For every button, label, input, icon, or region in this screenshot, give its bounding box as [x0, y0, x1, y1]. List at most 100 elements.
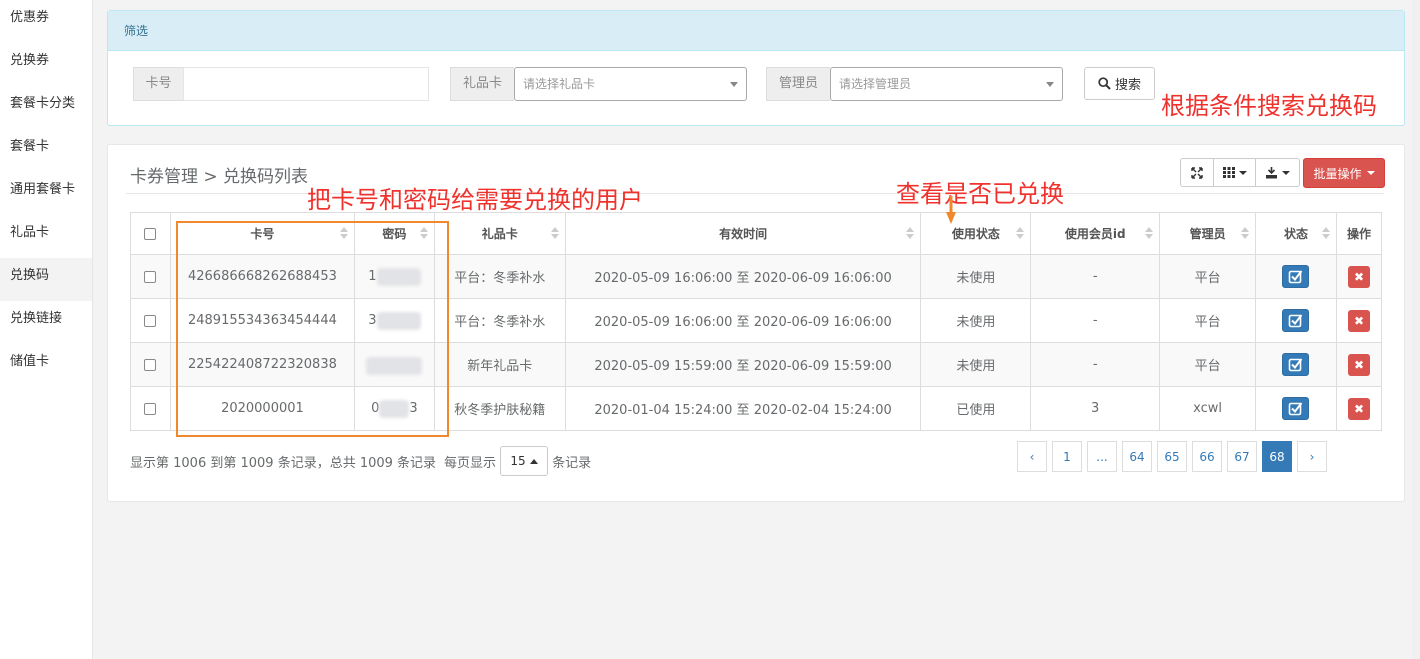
header-admin[interactable]: 管理员	[1159, 212, 1257, 255]
search-icon	[1098, 77, 1111, 90]
header-member-id[interactable]: 使用会员id	[1030, 212, 1161, 255]
page-button-65[interactable]: 65	[1157, 441, 1187, 472]
status-cell	[1255, 298, 1337, 343]
scrollbar[interactable]	[1412, 0, 1420, 659]
gift-card-cell: 新年礼品卡	[433, 342, 566, 387]
row-select-cell	[130, 254, 171, 299]
gift-card-cell: 秋冬季护肤秘籍	[433, 386, 566, 431]
columns-button[interactable]	[1214, 158, 1256, 187]
row-checkbox[interactable]	[144, 270, 157, 283]
highlight-box	[176, 221, 449, 437]
header-label: 管理员	[1189, 227, 1226, 241]
card-no-input[interactable]	[183, 67, 429, 101]
chevron-down-icon	[730, 82, 738, 87]
row-checkbox[interactable]	[144, 314, 157, 327]
per-page-prefix: 每页显示	[444, 455, 497, 471]
sidebar-item-package-card[interactable]: 套餐卡	[0, 129, 92, 172]
row-checkbox[interactable]	[144, 358, 157, 371]
card-no-label: 卡号	[133, 67, 183, 101]
annotation-give-note: 把卡号和密码给需要兑换的用户	[307, 186, 643, 214]
action-cell: ✖	[1335, 298, 1383, 343]
member-id-cell: 3	[1030, 386, 1161, 431]
sort-icon	[1321, 227, 1330, 239]
edit-button[interactable]	[1282, 265, 1310, 288]
admin-cell: 平台	[1159, 254, 1257, 299]
sidebar-item-voucher[interactable]: 兑换券	[0, 43, 92, 86]
header-status[interactable]: 状态	[1255, 212, 1337, 255]
pagination: ‹ 1 ... 64 65 66 67 68 ›	[1017, 441, 1327, 472]
delete-button[interactable]: ✖	[1347, 309, 1370, 332]
sidebar-item-redeem-link[interactable]: 兑换链接	[0, 301, 92, 344]
delete-button[interactable]: ✖	[1347, 353, 1370, 376]
per-page-suffix: 条记录	[552, 455, 592, 471]
page-button-64[interactable]: 64	[1122, 441, 1152, 472]
header-label: 礼品卡	[481, 227, 518, 241]
use-status-cell: 未使用	[920, 298, 1032, 343]
check-square-icon	[1289, 402, 1303, 416]
header-use-status[interactable]: 使用状态	[920, 212, 1032, 255]
pagination-summary: 显示第 1006 到第 1009 条记录，总共 1009 条记录 每页显示 15…	[130, 446, 591, 476]
page-button-1[interactable]: 1	[1052, 441, 1082, 472]
row-select-cell	[130, 342, 171, 387]
sidebar-item-coupon[interactable]: 优惠券	[0, 0, 92, 43]
export-icon	[1266, 166, 1277, 178]
batch-operation-label: 批量操作	[1313, 166, 1362, 181]
page-ellipsis[interactable]: ...	[1087, 441, 1117, 472]
check-square-icon	[1289, 314, 1303, 328]
fullscreen-button[interactable]	[1180, 158, 1214, 187]
caret-up-icon	[529, 458, 538, 464]
sidebar-item-general-package-card[interactable]: 通用套餐卡	[0, 172, 92, 215]
fullscreen-icon	[1191, 166, 1203, 179]
search-button[interactable]: 搜索	[1084, 67, 1155, 100]
edit-button[interactable]	[1282, 309, 1310, 332]
sort-icon	[906, 227, 915, 239]
valid-time-cell: 2020-01-04 15:24:00 至 2020-02-04 15:24:0…	[564, 386, 922, 431]
batch-operation-button[interactable]: 批量操作	[1303, 158, 1385, 188]
breadcrumb: 卡券管理 > 兑换码列表	[130, 167, 309, 187]
check-square-icon	[1289, 270, 1303, 284]
annotation-status-note: 查看是否已兑换	[896, 180, 1064, 208]
page-button-67[interactable]: 67	[1227, 441, 1257, 472]
row-checkbox[interactable]	[144, 402, 157, 415]
gift-card-select[interactable]: 请选择礼品卡	[514, 67, 747, 101]
sidebar-item-stored-value-card[interactable]: 储值卡	[0, 344, 92, 387]
admin-placeholder: 请选择管理员	[839, 77, 912, 91]
page-button-66[interactable]: 66	[1192, 441, 1222, 472]
select-all-checkbox[interactable]	[144, 228, 157, 240]
action-cell: ✖	[1335, 342, 1383, 387]
page-button-68[interactable]: 68	[1262, 441, 1292, 472]
header-gift-card[interactable]: 礼品卡	[433, 212, 566, 255]
chevron-down-icon	[1282, 170, 1290, 175]
row-select-cell	[130, 386, 171, 431]
delete-button[interactable]: ✖	[1347, 265, 1370, 288]
card-no-filter: 卡号	[133, 67, 429, 101]
edit-button[interactable]	[1282, 397, 1310, 420]
page-prev-button[interactable]: ‹	[1017, 441, 1047, 472]
valid-time-cell: 2020-05-09 16:06:00 至 2020-06-09 16:06:0…	[564, 298, 922, 343]
sidebar-item-package-category[interactable]: 套餐卡分类	[0, 86, 92, 129]
action-cell: ✖	[1335, 386, 1383, 431]
chevron-down-icon	[1238, 170, 1247, 175]
sidebar-item-gift-card[interactable]: 礼品卡	[0, 215, 92, 258]
header-actions: 操作	[1335, 212, 1383, 255]
status-cell	[1255, 386, 1337, 431]
close-icon: ✖	[1353, 313, 1364, 328]
use-status-cell: 未使用	[920, 254, 1032, 299]
sidebar-item-redeem-code[interactable]: 兑换码	[0, 258, 92, 301]
status-cell	[1255, 342, 1337, 387]
gift-card-label: 礼品卡	[450, 67, 514, 101]
gift-card-cell: 平台：冬季补水	[433, 298, 566, 343]
page-next-button[interactable]: ›	[1297, 441, 1327, 472]
filter-title: 筛选	[108, 11, 1404, 51]
admin-select[interactable]: 请选择管理员	[830, 67, 1063, 101]
admin-label: 管理员	[766, 67, 830, 101]
header-valid-time[interactable]: 有效时间	[564, 212, 922, 255]
use-status-cell: 未使用	[920, 342, 1032, 387]
header-label: 使用状态	[951, 227, 1000, 241]
export-button[interactable]	[1256, 158, 1300, 187]
gift-card-filter: 礼品卡 请选择礼品卡	[450, 67, 747, 101]
edit-button[interactable]	[1282, 353, 1310, 376]
chevron-down-icon	[1046, 82, 1054, 87]
page-size-select[interactable]: 15	[500, 446, 549, 476]
delete-button[interactable]: ✖	[1347, 397, 1370, 420]
